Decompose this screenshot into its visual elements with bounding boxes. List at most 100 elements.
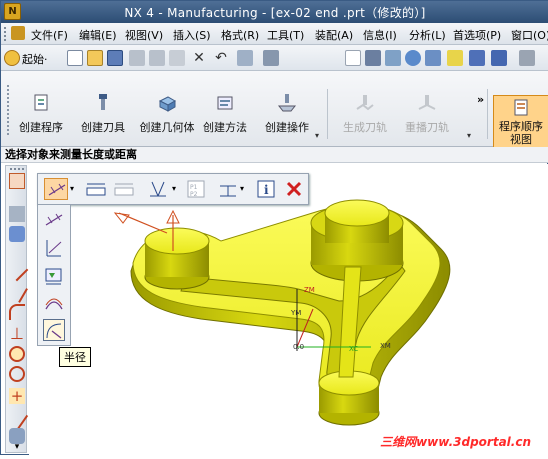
- menu-info[interactable]: 信息(I): [363, 27, 397, 43]
- new-icon[interactable]: [67, 50, 83, 66]
- line-icon[interactable]: [5, 258, 29, 282]
- ribbon-overflow-button[interactable]: »: [477, 93, 484, 106]
- camera-icon[interactable]: [491, 50, 507, 66]
- measure-toolbar: ▾ ▾ P1 P2 ▾ i: [37, 173, 309, 205]
- flyout-distance-button[interactable]: [43, 209, 65, 231]
- group-expand-icon[interactable]: ▾: [467, 131, 471, 140]
- measure-projected-button[interactable]: [112, 178, 136, 200]
- undo-icon[interactable]: ↶: [213, 50, 229, 66]
- flyout-projected-distance-button[interactable]: [43, 237, 65, 259]
- menu-preferences[interactable]: 首选项(P): [453, 27, 501, 43]
- center-point-icon[interactable]: [9, 346, 25, 362]
- view-icon[interactable]: [345, 50, 361, 66]
- dropdown-arrow-icon[interactable]: ▾: [240, 184, 244, 193]
- flyout-screen-distance-button[interactable]: [43, 265, 65, 287]
- pan-icon[interactable]: [425, 50, 441, 66]
- menu-window[interactable]: 窗口(O): [511, 27, 548, 43]
- cut-icon[interactable]: [129, 50, 145, 66]
- generate-path-button[interactable]: 生成刀轨: [341, 93, 389, 135]
- circle-icon[interactable]: [9, 366, 25, 382]
- flyout-arc-length-button[interactable]: [43, 293, 65, 315]
- projected-distance-icon: [46, 240, 62, 257]
- menu-view[interactable]: 视图(V): [125, 27, 163, 43]
- method-icon: [214, 93, 236, 113]
- pen-icon[interactable]: [5, 406, 29, 430]
- ribbon-separator: [487, 89, 488, 139]
- create-geometry-label: 创建几何体: [139, 121, 195, 134]
- open-icon[interactable]: [87, 50, 103, 66]
- hammer-icon[interactable]: [9, 206, 25, 222]
- measure-flyout: [37, 204, 71, 346]
- app-menu-icon[interactable]: [11, 26, 25, 40]
- create-geometry-button[interactable]: 创建几何体: [137, 93, 197, 135]
- menu-analysis[interactable]: 分析(L): [409, 27, 446, 43]
- dropdown-arrow-icon[interactable]: ▾: [172, 184, 176, 193]
- close-toolbar-button[interactable]: [282, 178, 306, 200]
- menu-tools[interactable]: 工具(T): [267, 27, 304, 43]
- menu-format[interactable]: 格式(R): [221, 27, 259, 43]
- dropdown-arrow-icon[interactable]: ▾: [70, 184, 74, 193]
- axis-label-zm: ZM: [304, 286, 315, 294]
- close-icon: [286, 181, 302, 197]
- copy-icon[interactable]: [149, 50, 165, 66]
- start-menu-button[interactable]: 起始·: [22, 51, 48, 67]
- zoom-icon[interactable]: [385, 50, 401, 66]
- toolbar-grip[interactable]: [10, 168, 24, 170]
- measure-distance-button[interactable]: [44, 178, 68, 200]
- program-order-view-button[interactable]: 程序顺序视图: [493, 95, 548, 149]
- fit-icon[interactable]: [365, 50, 381, 66]
- start-icon[interactable]: [4, 50, 20, 66]
- flyout-radius-button[interactable]: [43, 319, 65, 341]
- toolbar-grip[interactable]: [4, 27, 8, 41]
- menu-file[interactable]: 文件(F): [31, 27, 68, 43]
- group-expand-icon[interactable]: ▾: [315, 131, 319, 140]
- render-icon[interactable]: [469, 50, 485, 66]
- replay-path-icon: [416, 93, 438, 113]
- delete-icon[interactable]: ✕: [191, 50, 207, 66]
- measure-angle-button[interactable]: [146, 178, 170, 200]
- replay-path-label: 重播刀轨: [405, 121, 449, 134]
- point-snap-icon[interactable]: [9, 173, 25, 189]
- standard-toolbar: 起始· ✕ ↶: [1, 45, 548, 71]
- replay-path-button[interactable]: 重播刀轨: [403, 93, 451, 135]
- rotate-icon[interactable]: [405, 50, 421, 66]
- create-operation-label: 创建操作: [265, 121, 309, 134]
- create-operation-button[interactable]: 创建操作: [263, 93, 311, 135]
- create-tool-button[interactable]: 创建刀具: [79, 93, 127, 135]
- watermark: 三维网www.3dportal.cn: [380, 435, 531, 449]
- part-model: [113, 199, 451, 426]
- perpendicular-icon[interactable]: ⊥: [9, 326, 25, 342]
- program-order-label: 程序顺序视图: [499, 120, 543, 146]
- menu-assembly[interactable]: 装配(A): [315, 27, 353, 43]
- program-icon: [30, 93, 52, 113]
- toolbar-grip[interactable]: [7, 85, 10, 135]
- left-toolbar: ⊥ + ▾: [5, 165, 29, 453]
- distance-icon: [45, 213, 63, 226]
- redo-icon[interactable]: [263, 50, 279, 66]
- program-order-icon: [510, 98, 532, 118]
- save-icon[interactable]: [107, 50, 123, 66]
- menu-edit[interactable]: 编辑(E): [79, 27, 117, 43]
- ribbon-separator: [327, 89, 328, 139]
- intersection-icon[interactable]: +: [9, 388, 25, 404]
- left-boss-top: [144, 227, 210, 255]
- display-icon[interactable]: [519, 50, 535, 66]
- menu-insert[interactable]: 插入(S): [173, 27, 211, 43]
- measure-length-button[interactable]: [84, 178, 108, 200]
- create-method-label: 创建方法: [203, 121, 247, 134]
- curve-icon[interactable]: [9, 304, 25, 320]
- tangent-line-icon[interactable]: [6, 281, 28, 303]
- info-button[interactable]: i: [254, 178, 278, 200]
- create-method-button[interactable]: 创建方法: [201, 93, 249, 135]
- paste-icon[interactable]: [169, 50, 185, 66]
- repeat-icon[interactable]: [237, 50, 253, 66]
- toolbar-expand-icon[interactable]: ▾: [9, 442, 25, 458]
- shade-icon[interactable]: [447, 50, 463, 66]
- simple-radius-button[interactable]: [216, 178, 240, 200]
- create-program-button[interactable]: 创建程序: [17, 93, 65, 135]
- measure-mass-button[interactable]: P1 P2: [184, 178, 208, 200]
- graphics-window[interactable]: ZM YM 0.0 XC XM: [29, 164, 548, 456]
- right-boss-top: [324, 199, 390, 227]
- screen-distance-icon: [45, 268, 62, 285]
- part-icon[interactable]: [9, 226, 25, 242]
